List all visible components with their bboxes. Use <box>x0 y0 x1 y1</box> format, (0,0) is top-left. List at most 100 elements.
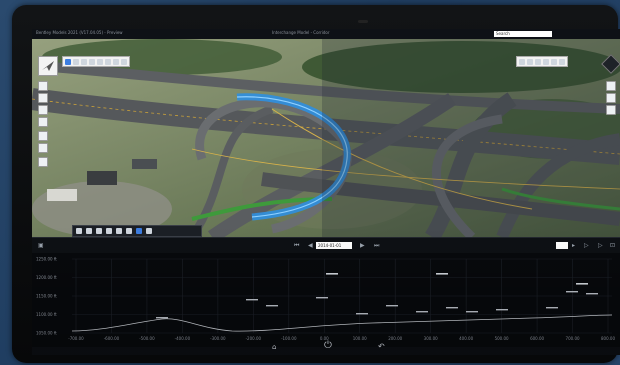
play-forward-button[interactable]: ▶ <box>360 242 365 249</box>
zoom-extents-button[interactable] <box>38 93 48 103</box>
settings-button[interactable] <box>551 58 557 65</box>
search-input[interactable]: Search <box>494 31 552 37</box>
fit-view-button[interactable] <box>519 58 525 65</box>
structure-marker[interactable] <box>446 307 458 309</box>
next-frame-button[interactable]: ▷ <box>584 242 589 249</box>
structure-marker[interactable] <box>316 297 328 299</box>
ground-profile-line <box>71 314 613 332</box>
fast-forward-button[interactable]: ⏭ <box>374 242 379 249</box>
profile-x-label: 200.00 <box>388 336 402 341</box>
timeline-control-bar: ▣ ⏮ ◀ 2014-01-01 ▶ ⏭ ▸ ▷ ▷ ⊡ <box>32 237 620 254</box>
profile-x-label: 700.00 <box>566 336 580 341</box>
window-title: Bentley Models 2021 (V17.04.05) - Previe… <box>36 30 123 35</box>
expand-panel-icon[interactable]: ⊡ <box>610 242 615 249</box>
pan-tool-button[interactable] <box>81 58 87 65</box>
photos-button[interactable] <box>126 228 132 234</box>
zoom-tool-button[interactable] <box>89 58 95 65</box>
select-tool-button[interactable] <box>65 58 71 65</box>
end-frame-button[interactable]: ▷ <box>598 242 603 249</box>
profile-x-label: -400.00 <box>175 336 191 341</box>
navigate-tool-button[interactable] <box>38 81 48 91</box>
aerial-interchange-scene <box>32 39 620 237</box>
main-toolbar <box>62 56 130 67</box>
profile-view-button[interactable] <box>136 228 142 234</box>
structure-marker[interactable] <box>496 309 508 311</box>
plane-icon <box>42 61 54 71</box>
camera-button[interactable] <box>606 81 616 91</box>
structure-marker[interactable] <box>546 307 558 309</box>
structure-marker[interactable] <box>416 311 428 313</box>
profile-x-label: 100.00 <box>353 336 367 341</box>
layers-button[interactable] <box>559 58 565 65</box>
top-view-button[interactable] <box>527 58 533 65</box>
profile-y-label: 1250.00 ft <box>36 257 57 262</box>
profile-y-label: 1100.00 ft <box>36 312 57 317</box>
structure-marker[interactable] <box>386 305 398 307</box>
camera <box>358 20 368 23</box>
iso-view-button[interactable] <box>543 58 549 65</box>
section-tool-button[interactable] <box>105 58 111 65</box>
issues-button[interactable] <box>96 228 102 234</box>
profile-x-label: -100.00 <box>281 336 297 341</box>
profile-view[interactable]: 1250.00 ft 1200.00 ft 1150.00 ft 1100.00 ft… <box>32 253 620 347</box>
step-input[interactable] <box>556 242 568 249</box>
tablet-frame: Bentley Models 2021 (V17.04.05) - Previe… <box>12 5 620 363</box>
lighting-button[interactable] <box>606 93 616 103</box>
profile-x-label: 800.00 <box>601 336 615 341</box>
play-back-button[interactable]: ◀ <box>308 242 313 249</box>
profile-x-label: -300.00 <box>210 336 226 341</box>
structure-marker[interactable] <box>566 291 578 293</box>
profile-x-label: -600.00 <box>104 336 120 341</box>
app-logo <box>38 56 58 76</box>
clip-button[interactable] <box>606 105 616 115</box>
back-button[interactable]: ↶ <box>378 342 385 351</box>
profile-y-label: 1200.00 ft <box>36 275 57 280</box>
profile-y-label: 1150.00 ft <box>36 294 57 299</box>
model-title: Interchange Model - Corridor <box>272 30 330 35</box>
profile-x-label: -700.00 <box>68 336 84 341</box>
analysis-button[interactable] <box>116 228 122 234</box>
fly-tool-button[interactable] <box>38 117 48 127</box>
date-field[interactable]: 2014-01-01 <box>316 242 352 249</box>
structure-marker[interactable] <box>156 317 168 319</box>
3d-viewport[interactable] <box>32 39 620 237</box>
markup-tool-button[interactable] <box>113 58 119 65</box>
profile-x-label: 400.00 <box>459 336 473 341</box>
panel-toggle-icon[interactable]: ▣ <box>38 242 44 249</box>
rewind-button[interactable]: ⏮ <box>294 242 299 249</box>
schedule-button[interactable] <box>146 228 152 234</box>
front-view-button[interactable] <box>535 58 541 65</box>
profile-chart: 1250.00 ft 1200.00 ft 1150.00 ft 1100.00 ft… <box>36 257 615 342</box>
model-tree-button[interactable] <box>76 228 82 234</box>
delete-tool-button[interactable] <box>121 58 127 65</box>
title-bar: Bentley Models 2021 (V17.04.05) - Previe… <box>32 29 620 39</box>
profile-x-label: 300.00 <box>424 336 438 341</box>
properties-button[interactable] <box>38 157 48 167</box>
draw-tool-button[interactable] <box>38 131 48 141</box>
profile-x-label: -500.00 <box>139 336 155 341</box>
saved-views-button[interactable] <box>86 228 92 234</box>
overpass-marker[interactable] <box>436 273 448 275</box>
view-toolbar <box>516 56 568 67</box>
structure-marker[interactable] <box>266 305 278 307</box>
bottom-tool-strip <box>72 225 202 237</box>
profile-x-label: -200.00 <box>246 336 262 341</box>
annotate-tool-button[interactable] <box>38 143 48 153</box>
structure-marker[interactable] <box>356 313 368 315</box>
screen: Bentley Models 2021 (V17.04.05) - Previe… <box>32 29 620 355</box>
step-up-icon[interactable]: ▸ <box>572 242 575 249</box>
walk-tool-button[interactable] <box>38 105 48 115</box>
profile-x-label: 600.00 <box>530 336 544 341</box>
power-button[interactable]: ⏻ <box>324 340 332 351</box>
structure-marker[interactable] <box>586 293 598 295</box>
rotate-tool-button[interactable] <box>73 58 79 65</box>
overpass-marker[interactable] <box>576 283 588 285</box>
structure-marker[interactable] <box>466 311 478 313</box>
overpass-marker[interactable] <box>326 273 338 275</box>
measure-tool-button[interactable] <box>97 58 103 65</box>
profile-y-label: 1050.00 ft <box>36 331 57 336</box>
profile-x-label: 500.00 <box>495 336 509 341</box>
home-button[interactable]: ⌂ <box>272 343 276 351</box>
structure-marker[interactable] <box>246 299 258 301</box>
documents-button[interactable] <box>106 228 112 234</box>
